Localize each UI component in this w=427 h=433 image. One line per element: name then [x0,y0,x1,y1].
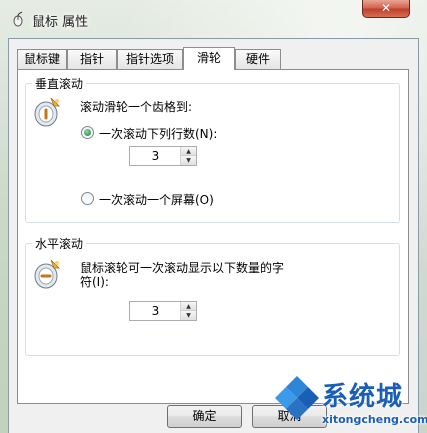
scroll-lines-radio[interactable] [81,126,94,139]
watermark-url: xitongcheng.com [322,413,427,426]
horizontal-scroll-title: 水平滚动 [32,235,87,252]
tab-hardware[interactable]: 硬件 [235,49,281,69]
ok-button[interactable]: 确定 [167,405,242,428]
scroll-lines-label: 一次滚动下列行数(N): [99,127,218,141]
tab-pointer-options[interactable]: 指针选项 [117,49,183,69]
vertical-scroll-prompt: 滚动滑轮一个齿格到: [80,100,193,114]
tab-pointers[interactable]: 指针 [67,49,117,69]
chars-up-arrow-icon[interactable]: ▲ [181,302,196,311]
scroll-screen-radio[interactable] [81,192,94,205]
mouse-icon [13,11,23,27]
title-bar: 鼠标 属性 ✕ [0,0,427,38]
lines-spinner[interactable]: 3 ▲ ▼ [129,146,197,166]
watermark-brand: 系统城 [322,382,404,412]
horizontal-scroll-prompt-line2: 符(I): [80,275,109,289]
vertical-scroll-title: 垂直滚动 [32,75,87,92]
windows-logo-icon [275,376,319,420]
tab-buttons[interactable]: 鼠标键 [17,49,67,69]
window-title: 鼠标 属性 [32,15,89,30]
horizontal-scroll-prompt-line1: 鼠标滚轮可一次滚动显示以下数量的字 [80,261,285,275]
lines-value[interactable]: 3 [130,147,181,165]
scroll-wheel-icon [34,97,60,127]
chars-spinner[interactable]: 3 ▲ ▼ [129,301,197,321]
chars-down-arrow-icon[interactable]: ▼ [181,311,196,320]
horizontal-scroll-group: 水平滚动 鼠标滚轮可一次滚动显示以下数量的字 符(I): 3 ▲ ▼ [25,235,400,356]
close-icon: ✕ [380,1,392,15]
lines-down-arrow-icon[interactable]: ▼ [181,156,196,165]
vertical-scroll-group: 垂直滚动 滚动滑轮一个齿格到: 一次滚动下列行数(N): 3 ▲ ▼ 一次滚动一… [25,75,400,223]
wheel-tab-panel: 垂直滚动 滚动滑轮一个齿格到: 一次滚动下列行数(N): 3 ▲ ▼ 一次滚动一… [17,69,409,404]
watermark: 系统城 xitongcheng.com [270,370,427,433]
horizontal-wheel-icon [34,259,60,289]
chars-value[interactable]: 3 [130,302,181,320]
tab-wheel[interactable]: 滑轮 [183,47,235,70]
close-button[interactable]: ✕ [362,0,410,18]
lines-up-arrow-icon[interactable]: ▲ [181,147,196,156]
scroll-screen-label: 一次滚动一个屏幕(O) [99,193,214,207]
